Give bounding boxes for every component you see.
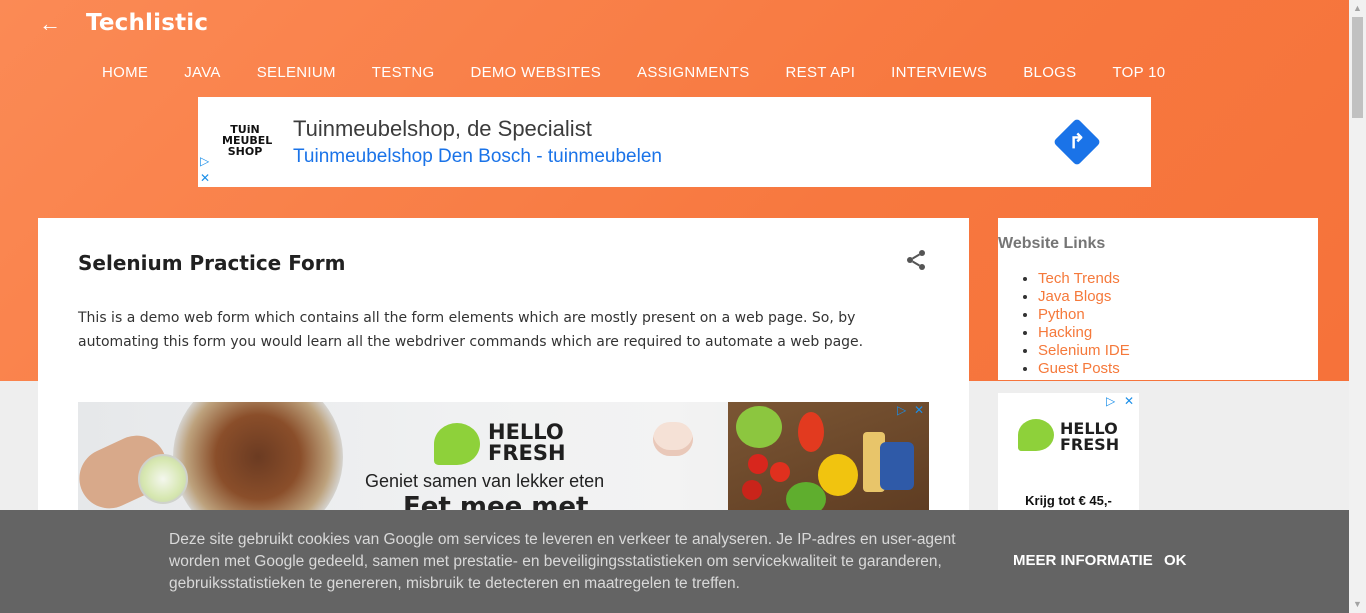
food-plate-image xyxy=(173,402,343,513)
back-arrow-icon[interactable]: ← xyxy=(36,10,64,38)
list-item: Guest Posts xyxy=(1038,360,1130,378)
adchoices-icon[interactable]: ▷ xyxy=(1106,395,1115,407)
sidebar-link-guest-posts[interactable]: Guest Posts xyxy=(1038,360,1120,377)
sidebar-link-tech-trends[interactable]: Tech Trends xyxy=(1038,270,1120,287)
hellofresh-logo-text: HELLO FRESH xyxy=(488,422,566,464)
list-item: Hacking xyxy=(1038,324,1130,342)
sidebar-title: Website Links xyxy=(998,235,1106,252)
scroll-down-arrow-icon[interactable]: ▼ xyxy=(1349,596,1366,613)
logo-line: HELLO xyxy=(488,420,564,444)
scroll-up-arrow-icon[interactable]: ▲ xyxy=(1349,0,1366,17)
logo-line: FRESH xyxy=(488,441,566,465)
hellofresh-leaf-logo xyxy=(434,423,480,465)
ad-close-icon[interactable]: ✕ xyxy=(914,404,924,416)
logo-line: SHOP xyxy=(227,145,263,158)
list-item: Tech Trends xyxy=(1038,270,1130,288)
broccoli-image xyxy=(736,406,782,448)
turn-right-arrow-icon[interactable]: ↱ xyxy=(1059,124,1095,160)
hellofresh-banner-ad[interactable]: HELLO FRESH Geniet samen van lekker eten… xyxy=(78,402,929,513)
adchoices-icon[interactable]: ▷ xyxy=(897,404,906,416)
post-intro: This is a demo web form which contains a… xyxy=(78,310,864,350)
sidebar-link-list: Tech Trends Java Blogs Python Hacking Se… xyxy=(1038,270,1130,378)
site-title[interactable]: Techlistic xyxy=(86,10,208,36)
top-banner-ad[interactable]: TUiN MEUBEL SHOP Tuinmeubelshop, de Spec… xyxy=(198,97,1151,187)
hellofresh-logo-text: HELLO FRESH xyxy=(1060,421,1119,453)
scrollbar-thumb[interactable] xyxy=(1352,17,1363,118)
sidebar-link-java-blogs[interactable]: Java Blogs xyxy=(1038,288,1111,305)
nav-item-blogs[interactable]: BLOGS xyxy=(1005,62,1094,84)
tomato-image xyxy=(770,462,790,482)
sidebar-links-widget: Website Links Tech Trends Java Blogs Pyt… xyxy=(998,218,1318,380)
ad-headline[interactable]: Tuinmeubelshop, de Specialist xyxy=(293,116,592,142)
nav-item-rest-api[interactable]: REST API xyxy=(768,62,874,84)
yellow-pepper-image xyxy=(818,454,858,496)
main-nav: HOME JAVA SELENIUM TESTNG DEMO WEBSITES … xyxy=(84,62,1183,84)
tomato-image xyxy=(748,454,768,474)
nav-item-top-10[interactable]: TOP 10 xyxy=(1094,62,1183,84)
list-item: Python xyxy=(1038,306,1130,324)
more-info-button[interactable]: MEER INFORMATIE xyxy=(1013,552,1153,569)
tomato-image xyxy=(742,480,762,500)
nav-item-assignments[interactable]: ASSIGNMENTS xyxy=(619,62,767,84)
nav-item-interviews[interactable]: INTERVIEWS xyxy=(873,62,1005,84)
list-item: Java Blogs xyxy=(1038,288,1130,306)
pepper-image xyxy=(798,412,824,452)
ok-button[interactable]: OK xyxy=(1164,552,1187,569)
can-image xyxy=(880,442,914,490)
sidebar-link-selenium-ide[interactable]: Selenium IDE xyxy=(1038,342,1130,359)
ad-close-icon[interactable]: ✕ xyxy=(200,172,210,184)
ad-subline[interactable]: Tuinmeubelshop Den Bosch - tuinmeubelen xyxy=(293,146,662,168)
logo-line: FRESH xyxy=(1060,435,1120,454)
adchoices-icon[interactable]: ▷ xyxy=(200,155,209,167)
nav-item-java[interactable]: JAVA xyxy=(166,62,239,84)
vegetable-box-image xyxy=(728,402,929,513)
post-title: Selenium Practice Form xyxy=(78,251,346,275)
green-pepper-image xyxy=(786,482,826,513)
cookie-notice-text: Deze site gebruikt cookies van Google om… xyxy=(169,531,956,592)
list-item: Selenium IDE xyxy=(1038,342,1130,360)
ad-close-icon[interactable]: ✕ xyxy=(1124,395,1134,407)
cookie-consent-bar: Deze site gebruikt cookies van Google om… xyxy=(0,510,1349,613)
ad-tagline: Geniet samen van lekker eten xyxy=(365,471,605,491)
top-bar: ← Techlistic xyxy=(0,0,1349,50)
nav-item-demo-websites[interactable]: DEMO WEBSITES xyxy=(452,62,619,84)
sidebar-hellofresh-ad[interactable]: HELLO FRESH Krijg tot € 45,- ▷ ✕ xyxy=(998,393,1139,513)
nav-item-selenium[interactable]: SELENIUM xyxy=(239,62,354,84)
candle-image xyxy=(653,422,693,456)
hellofresh-leaf-logo xyxy=(1018,419,1054,451)
sidebar-link-hacking[interactable]: Hacking xyxy=(1038,324,1092,341)
sidebar-link-python[interactable]: Python xyxy=(1038,306,1085,323)
nav-item-home[interactable]: HOME xyxy=(84,62,166,84)
glass-image xyxy=(138,454,188,504)
nav-item-testng[interactable]: TESTNG xyxy=(354,62,453,84)
ad-promo-text: Krijg tot € 45,- xyxy=(1025,493,1112,508)
tuinmeubelshop-logo: TUiN MEUBEL SHOP xyxy=(222,124,272,158)
page-scrollbar[interactable]: ▲ ▼ xyxy=(1349,0,1366,613)
share-icon[interactable] xyxy=(904,248,928,272)
